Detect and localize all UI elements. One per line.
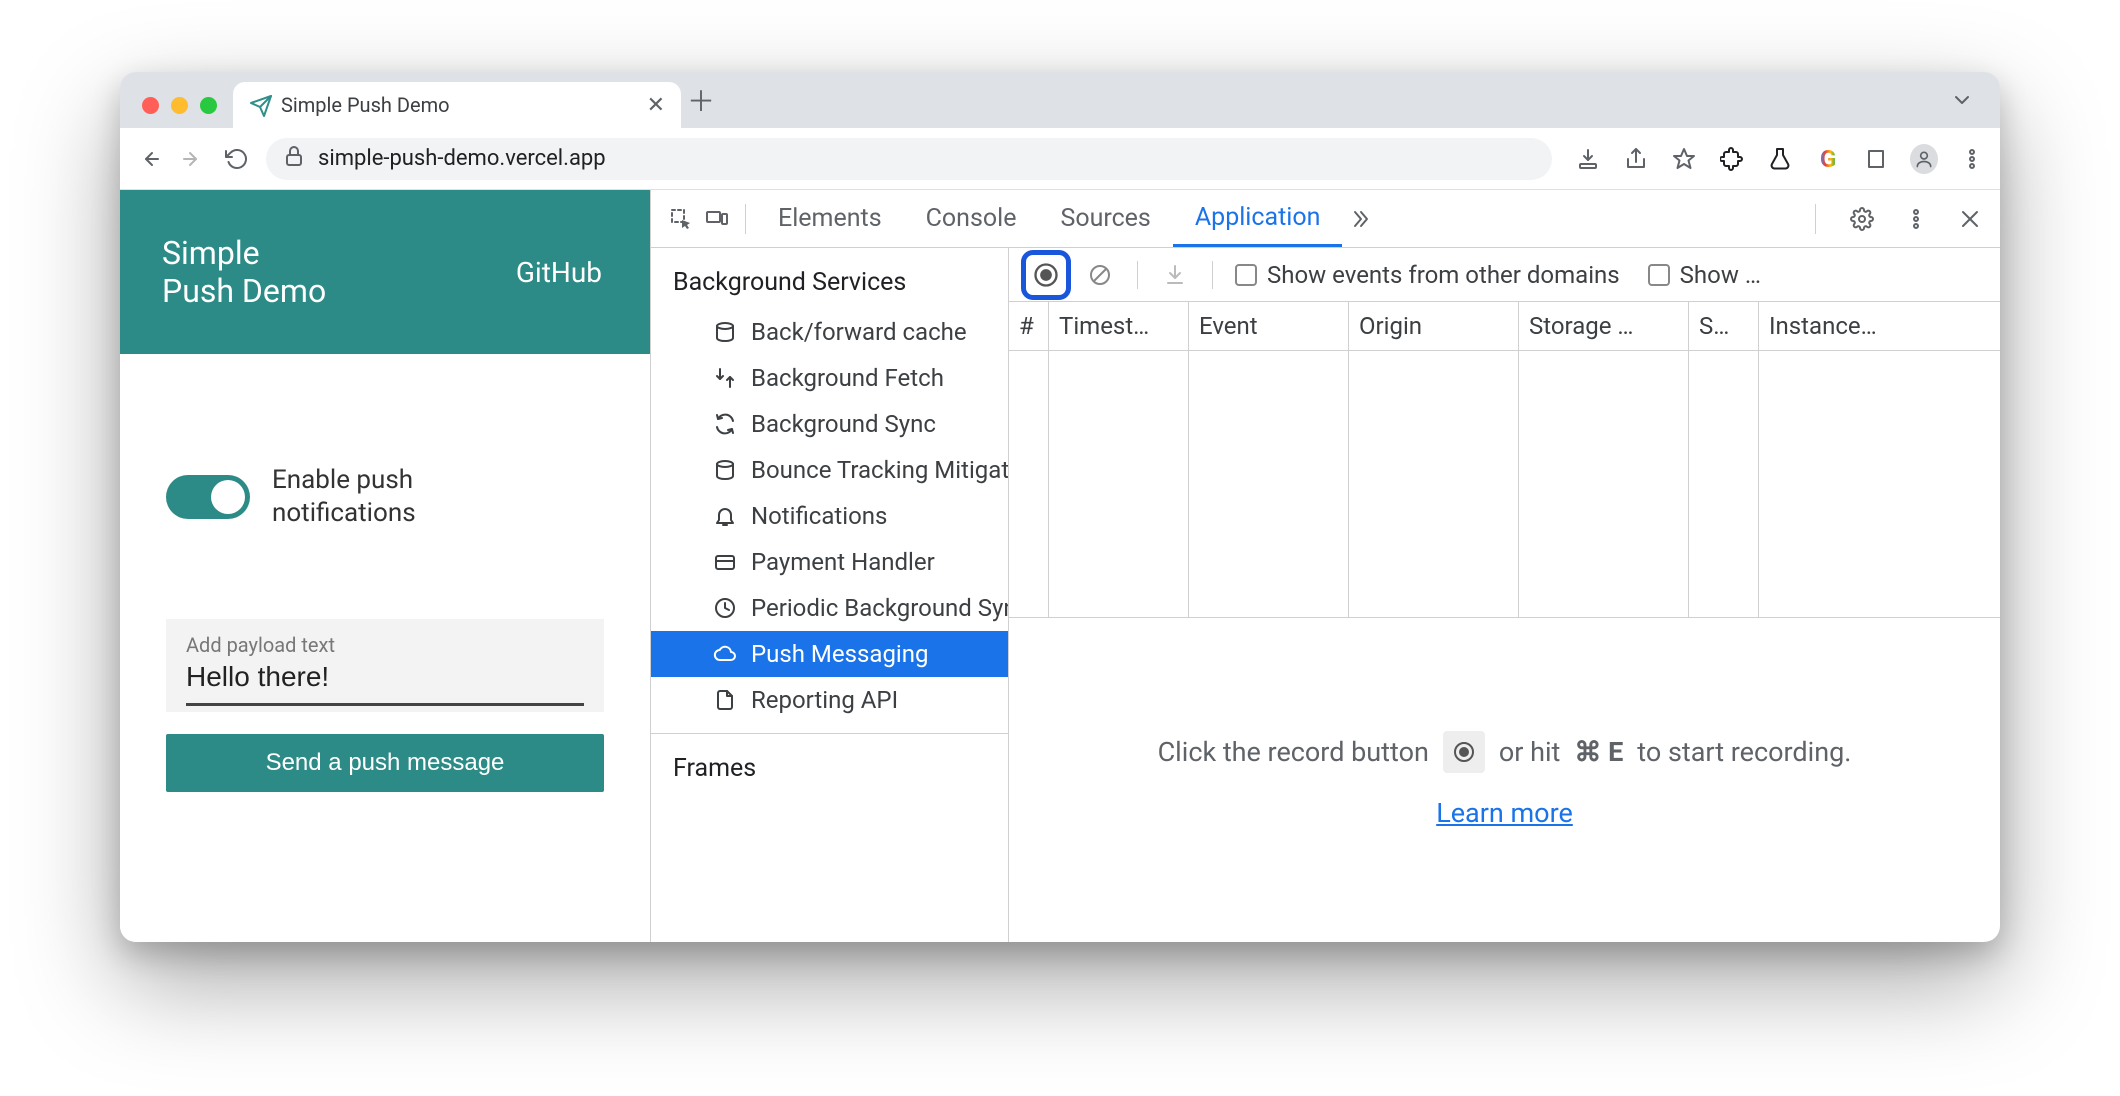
col-event[interactable]: Event: [1189, 302, 1349, 350]
lock-icon: [282, 144, 306, 174]
webpage: Simple Push Demo GitHub Enable push noti…: [120, 190, 650, 942]
window-close[interactable]: [142, 97, 159, 114]
extensions-icon[interactable]: [1718, 145, 1746, 173]
browser-tab[interactable]: Simple Push Demo ✕: [233, 82, 681, 128]
nav-back-button[interactable]: [134, 147, 164, 171]
tab-console[interactable]: Console: [904, 190, 1039, 247]
paper-plane-icon: [249, 94, 271, 116]
record-icon: [1443, 731, 1485, 773]
learn-more-link[interactable]: Learn more: [1436, 797, 1573, 829]
browser-window: Simple Push Demo ✕ ＋ simple-push-demo.ve…: [120, 72, 2000, 942]
sidebar-item-reporting[interactable]: Reporting API: [651, 677, 1008, 723]
devtools-body: Background Services Back/forward cache B…: [651, 248, 2000, 942]
inspect-element-icon[interactable]: [663, 207, 699, 231]
clear-icon[interactable]: [1085, 263, 1115, 287]
payload-input[interactable]: [186, 657, 584, 706]
save-icon[interactable]: [1160, 263, 1190, 287]
address-bar[interactable]: simple-push-demo.vercel.app: [266, 138, 1552, 180]
sidebar-item-payment[interactable]: Payment Handler: [651, 539, 1008, 585]
sidebar-item-bounce[interactable]: Bounce Tracking Mitigations: [651, 447, 1008, 493]
col-ts[interactable]: Timest…: [1049, 302, 1189, 350]
kbd-shortcut: ⌘ E: [1574, 736, 1623, 768]
tab-overflow-icon[interactable]: [1950, 88, 1990, 128]
tab-elements[interactable]: Elements: [756, 190, 904, 247]
push-toggle[interactable]: [166, 475, 250, 519]
more-tabs-icon[interactable]: [1342, 207, 1378, 231]
devtools-menu-icon[interactable]: [1898, 207, 1934, 231]
devtools-close-icon[interactable]: [1952, 207, 1988, 231]
empty-state: Click the record button or hit ⌘ E to st…: [1009, 617, 2000, 942]
device-toolbar-icon[interactable]: [699, 207, 735, 231]
tab-close-icon[interactable]: ✕: [647, 93, 665, 118]
tab-title: Simple Push Demo: [281, 93, 450, 117]
nav-reload-button[interactable]: [222, 147, 252, 171]
payload-label: Add payload text: [186, 633, 335, 657]
sidebar-item-bfcache[interactable]: Back/forward cache: [651, 309, 1008, 355]
devtools-main: Show events from other domains Show … # …: [1009, 248, 2000, 942]
content-area: Simple Push Demo GitHub Enable push noti…: [120, 190, 2000, 942]
sidebar-item-bg-fetch[interactable]: Background Fetch: [651, 355, 1008, 401]
browser-toolbar: simple-push-demo.vercel.app G: [120, 128, 2000, 190]
window-controls: [132, 97, 233, 128]
events-table-body: [1009, 351, 2000, 617]
record-button[interactable]: [1021, 250, 1071, 300]
tab-sources[interactable]: Sources: [1038, 190, 1172, 247]
page-title: Simple Push Demo: [162, 234, 326, 311]
col-storage[interactable]: Storage …: [1519, 302, 1689, 350]
window-zoom[interactable]: [200, 97, 217, 114]
devtools-sidebar: Background Services Back/forward cache B…: [651, 248, 1009, 942]
devtools-panel: Elements Console Sources Application Bac…: [650, 190, 2000, 942]
new-tab-button[interactable]: ＋: [681, 80, 721, 128]
sidebar-item-bg-sync[interactable]: Background Sync: [651, 401, 1008, 447]
reading-list-icon[interactable]: [1862, 145, 1890, 173]
share-icon[interactable]: [1622, 145, 1650, 173]
push-toggle-row: Enable push notifications: [166, 464, 604, 529]
url-text: simple-push-demo.vercel.app: [318, 146, 606, 171]
labs-icon[interactable]: [1766, 145, 1794, 173]
sidebar-section-frames: Frames: [651, 734, 1008, 795]
events-table-header: # Timest… Event Origin Storage … S… Inst…: [1009, 302, 2000, 351]
window-minimize[interactable]: [171, 97, 188, 114]
show-truncated-checkbox[interactable]: Show …: [1648, 261, 1761, 289]
sidebar-item-push[interactable]: Push Messaging: [651, 631, 1008, 677]
col-s[interactable]: S…: [1689, 302, 1759, 350]
page-header: Simple Push Demo GitHub: [120, 190, 650, 354]
col-num[interactable]: #: [1009, 302, 1049, 350]
devtools-tabbar: Elements Console Sources Application: [651, 190, 2000, 248]
tab-application[interactable]: Application: [1173, 190, 1343, 247]
bookmark-star-icon[interactable]: [1670, 145, 1698, 173]
sidebar-item-notifications[interactable]: Notifications: [651, 493, 1008, 539]
send-push-button[interactable]: Send a push message: [166, 734, 604, 792]
profile-avatar[interactable]: [1910, 145, 1938, 173]
google-apps-icon[interactable]: G: [1814, 145, 1842, 173]
tab-strip: Simple Push Demo ✕ ＋: [120, 72, 2000, 128]
devtools-subtoolbar: Show events from other domains Show …: [1009, 248, 2000, 302]
settings-gear-icon[interactable]: [1844, 207, 1880, 231]
sidebar-item-periodic[interactable]: Periodic Background Sync: [651, 585, 1008, 631]
col-instance[interactable]: Instance…: [1759, 302, 2000, 350]
show-other-domains-checkbox[interactable]: Show events from other domains: [1235, 261, 1620, 289]
github-link[interactable]: GitHub: [516, 256, 602, 289]
sidebar-section-bg-services: Background Services: [651, 248, 1008, 309]
toolbar-actions: G: [1566, 145, 1986, 173]
col-origin[interactable]: Origin: [1349, 302, 1519, 350]
install-icon[interactable]: [1574, 145, 1602, 173]
payload-field-wrap: Add payload text: [166, 619, 604, 712]
kebab-menu-icon[interactable]: [1958, 145, 1986, 173]
push-toggle-label: Enable push notifications: [272, 464, 416, 529]
nav-forward-button[interactable]: [178, 147, 208, 171]
